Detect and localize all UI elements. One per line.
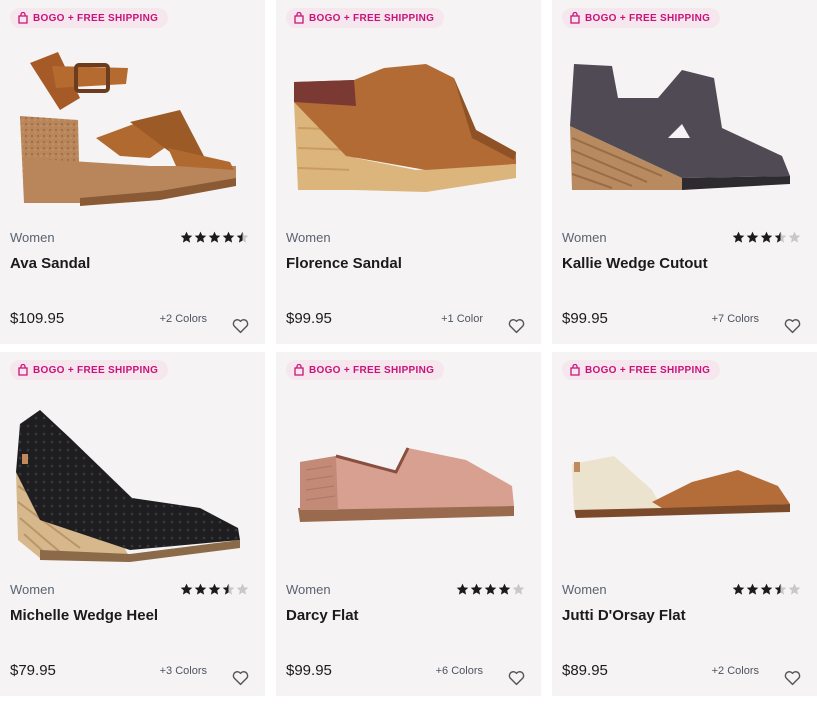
product-card-darcy-flat[interactable]: BOGO + FREE SHIPPING Women Darcy Flat $9… [276, 352, 541, 696]
star-icon [236, 583, 249, 595]
star-icon [732, 583, 745, 595]
product-price: $89.95 [562, 662, 608, 679]
rating-stars [732, 583, 801, 596]
shopping-bag-icon [570, 364, 580, 376]
heart-outline-icon[interactable] [232, 670, 249, 686]
promo-badge: BOGO + FREE SHIPPING [286, 8, 445, 28]
star-icon [180, 583, 193, 595]
promo-badge-label: BOGO + FREE SHIPPING [585, 12, 711, 24]
promo-badge-label: BOGO + FREE SHIPPING [33, 364, 159, 376]
promo-badge: BOGO + FREE SHIPPING [286, 360, 445, 380]
shopping-bag-icon [18, 364, 28, 376]
promo-badge-label: BOGO + FREE SHIPPING [33, 12, 159, 24]
product-name[interactable]: Ava Sandal [10, 255, 90, 272]
shopping-bag-icon [18, 12, 28, 24]
heart-outline-icon[interactable] [784, 670, 801, 686]
color-count-link[interactable]: +1 Color [441, 313, 483, 325]
product-category: Women [286, 582, 331, 597]
product-name[interactable]: Kallie Wedge Cutout [562, 255, 708, 272]
product-image[interactable] [552, 38, 817, 218]
rating-stars [456, 583, 525, 596]
rating-stars [180, 583, 249, 596]
star-icon [484, 583, 497, 595]
shopping-bag-icon [570, 12, 580, 24]
promo-badge: BOGO + FREE SHIPPING [562, 8, 721, 28]
product-image[interactable] [276, 38, 541, 218]
rating-stars [732, 231, 801, 244]
heart-outline-icon[interactable] [508, 318, 525, 334]
star-icon [774, 231, 787, 243]
product-category: Women [562, 230, 607, 245]
star-icon [194, 583, 207, 595]
star-icon [470, 583, 483, 595]
promo-badge-label: BOGO + FREE SHIPPING [309, 12, 435, 24]
rating-stars [180, 231, 249, 244]
color-count-link[interactable]: +2 Colors [712, 665, 759, 677]
star-icon [222, 231, 235, 243]
star-icon [222, 583, 235, 595]
product-category: Women [286, 230, 331, 245]
star-icon [208, 583, 221, 595]
product-category: Women [10, 230, 55, 245]
promo-badge: BOGO + FREE SHIPPING [562, 360, 721, 380]
promo-badge-label: BOGO + FREE SHIPPING [309, 364, 435, 376]
product-price: $99.95 [286, 310, 332, 327]
promo-badge: BOGO + FREE SHIPPING [10, 360, 169, 380]
product-grid: BOGO + FREE SHIPPING Women Ava Sandal $1… [0, 0, 817, 704]
star-icon [194, 231, 207, 243]
star-icon [512, 583, 525, 595]
heart-outline-icon[interactable] [232, 318, 249, 334]
product-price: $99.95 [562, 310, 608, 327]
star-icon [746, 583, 759, 595]
color-count-link[interactable]: +7 Colors [712, 313, 759, 325]
color-count-link[interactable]: +3 Colors [160, 665, 207, 677]
star-icon [498, 583, 511, 595]
product-card-ava-sandal[interactable]: BOGO + FREE SHIPPING Women Ava Sandal $1… [0, 0, 265, 344]
product-category: Women [562, 582, 607, 597]
star-icon [760, 583, 773, 595]
product-image[interactable] [0, 390, 265, 570]
shopping-bag-icon [294, 364, 304, 376]
product-name[interactable]: Florence Sandal [286, 255, 402, 272]
product-image[interactable] [552, 390, 817, 570]
star-icon [180, 231, 193, 243]
star-icon [774, 583, 787, 595]
product-name[interactable]: Michelle Wedge Heel [10, 607, 158, 624]
heart-outline-icon[interactable] [508, 670, 525, 686]
star-icon [746, 231, 759, 243]
promo-badge: BOGO + FREE SHIPPING [10, 8, 169, 28]
product-price: $79.95 [10, 662, 56, 679]
product-card-kallie-wedge-cutout[interactable]: BOGO + FREE SHIPPING Women Kallie Wedge … [552, 0, 817, 344]
heart-outline-icon[interactable] [784, 318, 801, 334]
promo-badge-label: BOGO + FREE SHIPPING [585, 364, 711, 376]
star-icon [236, 231, 249, 243]
product-card-michelle-wedge-heel[interactable]: BOGO + FREE SHIPPING Women Michelle Wedg… [0, 352, 265, 696]
product-card-jutti-dorsay-flat[interactable]: BOGO + FREE SHIPPING Women Jutti D'Orsay… [552, 352, 817, 696]
star-icon [208, 231, 221, 243]
product-card-florence-sandal[interactable]: BOGO + FREE SHIPPING Women Florence Sand… [276, 0, 541, 344]
star-icon [788, 583, 801, 595]
shopping-bag-icon [294, 12, 304, 24]
product-price: $109.95 [10, 310, 65, 327]
product-image[interactable] [0, 38, 265, 218]
color-count-link[interactable]: +2 Colors [160, 313, 207, 325]
product-price: $99.95 [286, 662, 332, 679]
star-icon [456, 583, 469, 595]
star-icon [788, 231, 801, 243]
star-icon [760, 231, 773, 243]
product-name[interactable]: Darcy Flat [286, 607, 359, 624]
color-count-link[interactable]: +6 Colors [436, 665, 483, 677]
product-image[interactable] [276, 390, 541, 570]
product-name[interactable]: Jutti D'Orsay Flat [562, 607, 686, 624]
product-category: Women [10, 582, 55, 597]
star-icon [732, 231, 745, 243]
